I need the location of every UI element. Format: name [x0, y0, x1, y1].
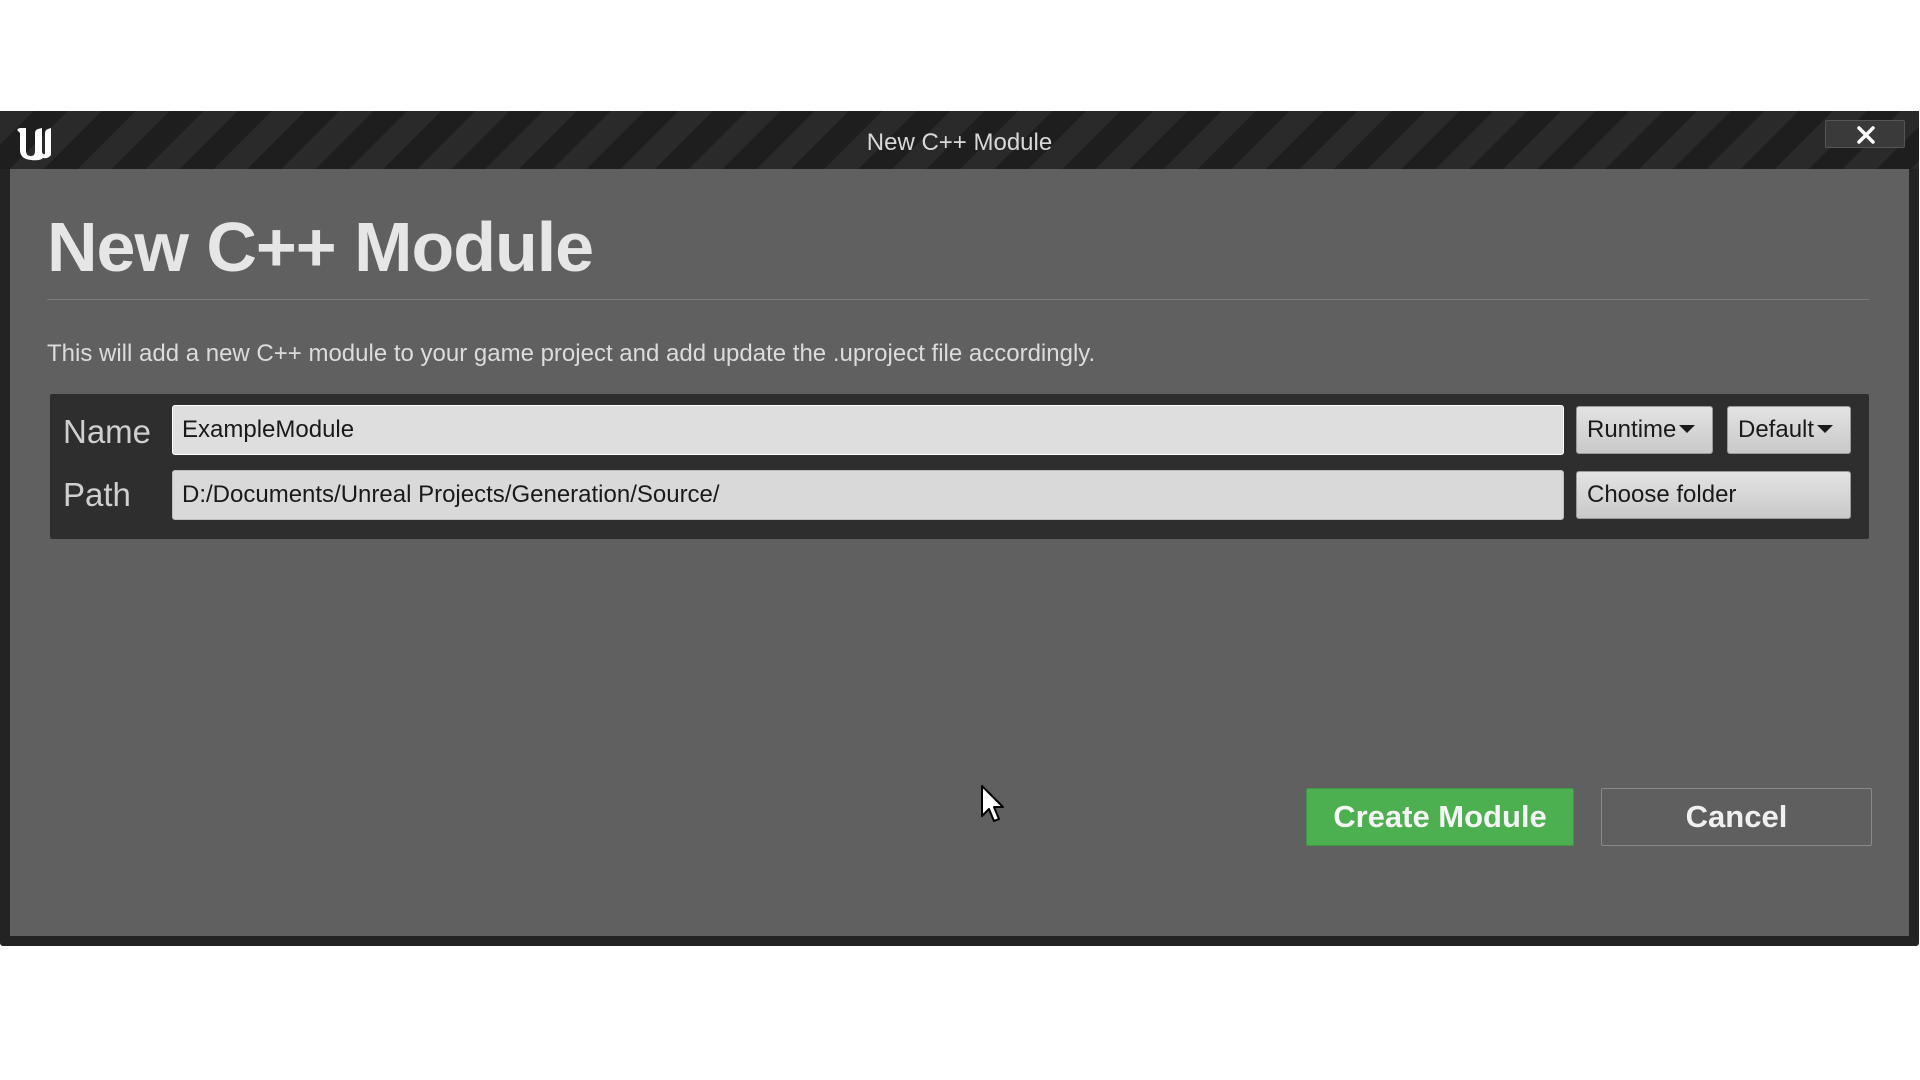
cancel-button[interactable]: Cancel: [1601, 788, 1872, 846]
mouse-cursor-icon: [981, 785, 1004, 822]
chevron-down-icon: [1817, 424, 1834, 433]
name-label: Name: [63, 413, 152, 450]
close-button[interactable]: [1825, 120, 1905, 148]
heading-divider: [47, 299, 1869, 300]
module-name-input[interactable]: ExampleModule: [172, 405, 1564, 455]
chevron-down-icon: [1679, 424, 1696, 433]
dialog-description: This will add a new C++ module to your g…: [47, 340, 1096, 367]
host-type-label: Runtime: [1587, 416, 1677, 443]
path-label: Path: [63, 476, 131, 513]
create-module-button[interactable]: Create Module: [1306, 788, 1574, 846]
module-form-panel: Name ExampleModule Runtime Default Path …: [50, 394, 1869, 539]
choose-folder-button[interactable]: Choose folder: [1576, 471, 1851, 519]
module-path-input[interactable]: D:/Documents/Unreal Projects/Generation/…: [172, 470, 1564, 520]
window-title: New C++ Module: [866, 129, 1053, 156]
close-icon: [1857, 126, 1875, 144]
loading-phase-dropdown[interactable]: Default: [1727, 406, 1851, 454]
title-bar[interactable]: New C++ Module: [0, 111, 1919, 169]
page-title: New C++ Module: [47, 208, 594, 286]
host-type-dropdown[interactable]: Runtime: [1576, 406, 1713, 454]
loading-phase-label: Default: [1738, 416, 1815, 443]
